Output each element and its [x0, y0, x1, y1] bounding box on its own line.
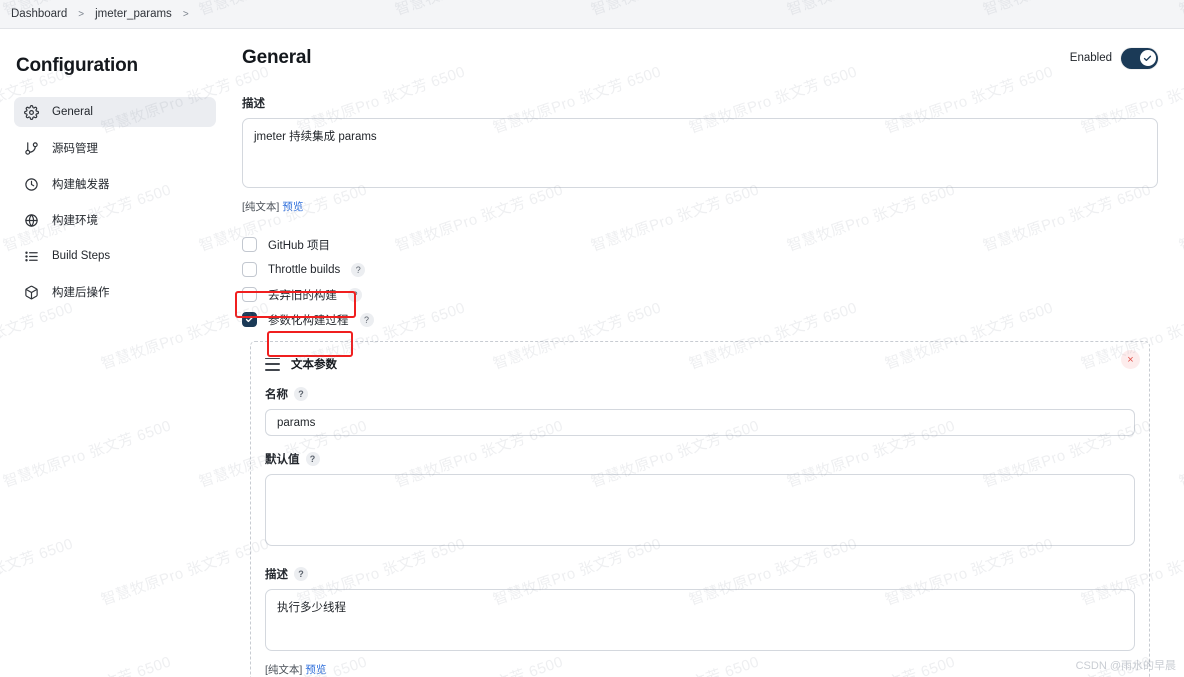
clock-icon: [23, 176, 40, 193]
list-icon: [23, 248, 40, 265]
sidebar-item-build-triggers[interactable]: 构建触发器: [14, 169, 216, 199]
checkbox-row-parameterized-build[interactable]: 参数化构建过程 ?: [242, 307, 1158, 332]
enabled-label: Enabled: [1069, 52, 1112, 64]
sidebar-item-post-build-actions[interactable]: 构建后操作: [14, 277, 216, 307]
drag-handle-icon[interactable]: [265, 357, 280, 371]
delete-parameter-button[interactable]: ×: [1121, 350, 1140, 369]
globe-icon: [23, 212, 40, 229]
options-checkbox-list: GitHub 项目 Throttle builds ? 丢弃旧的构建 ? 参数化…: [242, 232, 1158, 332]
parameter-name-label-row: 名称 ?: [265, 386, 1135, 402]
help-icon[interactable]: ?: [351, 262, 366, 277]
help-icon[interactable]: ?: [348, 287, 362, 302]
checkbox-throttle-builds[interactable]: [242, 262, 257, 277]
sidebar-item-label: General: [52, 106, 93, 118]
parameter-name-input[interactable]: [265, 409, 1135, 436]
parameter-name-field: 名称 ?: [265, 386, 1135, 436]
parameter-description-textarea[interactable]: [265, 589, 1135, 651]
checkbox-row-throttle-builds[interactable]: Throttle builds ?: [242, 257, 1158, 282]
parameter-header: 文本参数: [265, 356, 1135, 372]
description-textarea[interactable]: [242, 118, 1158, 188]
sidebar-title: Configuration: [16, 55, 138, 76]
checkbox-row-github-project[interactable]: GitHub 项目: [242, 232, 1158, 257]
main-header: General Enabled: [242, 47, 1158, 69]
breadcrumb-item-job[interactable]: jmeter_params: [91, 8, 176, 20]
csdn-watermark: CSDN @雨水的早晨: [1075, 660, 1176, 672]
checkbox-parameterized-build[interactable]: [242, 312, 257, 327]
checkbox-github-project[interactable]: [242, 237, 257, 252]
parameter-description-label: 描述: [265, 569, 288, 581]
description-label: 描述: [242, 98, 265, 110]
parameter-plain-text-row: [纯文本] 预览: [265, 662, 1135, 677]
sidebar-item-build-steps[interactable]: Build Steps: [14, 241, 216, 271]
sidebar-item-label: 构建后操作: [52, 287, 110, 299]
gear-icon: [23, 104, 40, 121]
parameter-description-label-row: 描述 ?: [265, 566, 1135, 582]
enabled-toggle[interactable]: [1121, 47, 1158, 69]
preview-link[interactable]: 预览: [282, 201, 303, 213]
preview-link[interactable]: 预览: [305, 664, 326, 676]
git-branch-icon: [23, 140, 40, 157]
sidebar-item-label: 构建环境: [52, 215, 98, 227]
breadcrumb: Dashboard > jmeter_params >: [0, 0, 1184, 29]
breadcrumb-item-dashboard[interactable]: Dashboard: [7, 8, 71, 20]
help-icon[interactable]: ?: [305, 452, 320, 466]
app-root: Dashboard > jmeter_params > Configuratio…: [0, 0, 1184, 677]
checkbox-label: 丢弃旧的构建: [268, 289, 337, 302]
sidebar-item-general[interactable]: General: [14, 97, 216, 127]
parameter-panel: × 文本参数 名称 ? 默认值 ?: [250, 341, 1150, 677]
sidebar-item-label: Build Steps: [52, 250, 111, 262]
enabled-control: Enabled: [1069, 47, 1158, 69]
breadcrumb-separator-icon: >: [78, 8, 85, 20]
description-plain-text-row: [纯文本] 预览: [242, 199, 1158, 214]
description-field: 描述 [纯文本]预览: [242, 95, 1158, 214]
parameter-description-field: 描述 ? [纯文本]预览: [265, 566, 1135, 677]
parameter-name-label: 名称: [265, 389, 288, 401]
help-icon[interactable]: ?: [359, 312, 374, 327]
parameter-default-label-row: 默认值 ?: [265, 451, 1135, 467]
checkbox-row-discard-old-builds[interactable]: 丢弃旧的构建 ?: [242, 282, 1158, 307]
toggle-knob: [1139, 50, 1156, 66]
plain-text-note: [纯文本]: [265, 664, 303, 676]
parameter-default-textarea[interactable]: [265, 474, 1135, 546]
checkbox-label: 参数化构建过程: [268, 314, 349, 327]
box-icon: [23, 284, 40, 301]
checkbox-label: GitHub 项目: [268, 239, 330, 252]
sidebar-item-label: 源码管理: [52, 143, 98, 155]
main-content: General Enabled 描述 [纯文本]预览: [230, 29, 1184, 677]
help-icon[interactable]: ?: [294, 387, 308, 401]
page-title: General: [242, 47, 312, 68]
checkbox-label: Throttle builds: [268, 263, 341, 276]
parameter-type-label: 文本参数: [291, 359, 337, 371]
sidebar-item-label: 构建触发器: [52, 179, 110, 191]
breadcrumb-separator-icon-2: >: [182, 8, 189, 20]
help-icon[interactable]: ?: [294, 567, 308, 581]
plain-text-note: [纯文本]: [242, 201, 280, 213]
configuration-sidebar: Configuration General 源码管理 构建触发器 构建环境 Bu…: [0, 29, 230, 677]
checkbox-discard-old-builds[interactable]: [242, 287, 257, 302]
parameter-default-value-field: 默认值 ?: [265, 451, 1135, 551]
sidebar-item-scm[interactable]: 源码管理: [14, 133, 216, 163]
sidebar-item-build-environment[interactable]: 构建环境: [14, 205, 216, 235]
parameter-default-label: 默认值: [265, 454, 300, 466]
